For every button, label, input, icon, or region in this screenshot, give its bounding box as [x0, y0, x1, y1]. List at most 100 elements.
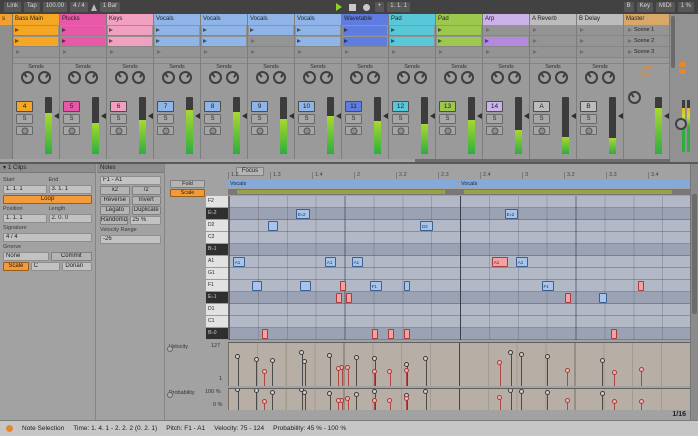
velocity-marker[interactable]	[330, 355, 331, 386]
track-number-button[interactable]: 7	[157, 101, 174, 112]
send-b-knob[interactable]	[414, 71, 427, 84]
play-button[interactable]	[336, 3, 342, 11]
preview-volume-knob[interactable]	[675, 118, 687, 130]
midi-note[interactable]: A1	[325, 257, 336, 267]
clip-slot[interactable]	[530, 25, 576, 36]
volume-fader-handle[interactable]	[242, 113, 247, 119]
probability-marker[interactable]	[338, 400, 339, 411]
track-header[interactable]: Vocals	[248, 14, 294, 25]
fold-button[interactable]: Fold	[170, 180, 205, 188]
track-number-button[interactable]: B	[580, 101, 597, 112]
clip-slot[interactable]	[60, 47, 106, 58]
probability-marker[interactable]	[238, 389, 239, 410]
solo-button[interactable]: S	[345, 114, 362, 124]
velocity-marker[interactable]	[547, 356, 548, 386]
velocity-marker[interactable]	[264, 371, 265, 386]
clip-slot[interactable]	[201, 36, 247, 47]
clip[interactable]	[108, 26, 152, 35]
clip-slot[interactable]	[295, 25, 341, 36]
note-grid[interactable]: E♭2E♭2D2A1A1A1A1A1F1F1	[228, 196, 690, 340]
velocity-marker[interactable]	[238, 356, 239, 386]
loop-region-2[interactable]	[464, 190, 672, 194]
clip[interactable]	[202, 37, 246, 46]
clip-slot[interactable]	[389, 25, 435, 36]
clip-slot[interactable]	[13, 25, 59, 36]
arrangement-position-field[interactable]: 1. 1. 1	[387, 2, 410, 12]
clip[interactable]	[249, 26, 293, 35]
clip-slot[interactable]	[483, 25, 529, 36]
send-b-knob[interactable]	[226, 71, 239, 84]
tap-tempo-button[interactable]: Tap	[24, 2, 40, 12]
send-a-knob[interactable]	[538, 71, 551, 84]
volume-fader-handle[interactable]	[148, 113, 153, 119]
clip[interactable]	[61, 37, 105, 46]
send-b-knob[interactable]	[320, 71, 333, 84]
velocity-marker[interactable]	[305, 361, 306, 386]
pitch-range-field[interactable]: F1 - A1	[100, 176, 161, 185]
clip-slot[interactable]	[342, 25, 388, 36]
probability-marker[interactable]	[521, 391, 522, 410]
clip-panel-collapse-icon[interactable]: ▾	[3, 164, 6, 172]
track-header[interactable]: Arp	[483, 14, 529, 25]
volume-fader-handle[interactable]	[383, 113, 388, 119]
midi-note[interactable]: A1	[492, 257, 509, 267]
probability-marker[interactable]	[511, 390, 512, 410]
clip[interactable]	[202, 26, 246, 35]
track-number-button[interactable]: 10	[298, 101, 315, 112]
probability-marker[interactable]	[256, 390, 257, 410]
velocity-marker[interactable]	[641, 369, 642, 386]
midi-note[interactable]	[599, 293, 607, 303]
volume-fader-handle[interactable]	[571, 113, 576, 119]
solo-button[interactable]: S	[439, 114, 456, 124]
send-a-knob[interactable]	[209, 71, 222, 84]
velocity-marker[interactable]	[521, 354, 522, 386]
volume-fader-handle[interactable]	[54, 113, 59, 119]
solo-button[interactable]: S	[298, 114, 315, 124]
link-button[interactable]: Link	[4, 2, 21, 12]
clip-slot[interactable]	[436, 47, 482, 58]
scene-slot[interactable]: Scene 2	[624, 36, 669, 47]
velocity-marker[interactable]	[342, 367, 343, 386]
clip-slot[interactable]	[154, 36, 200, 47]
track-header[interactable]: Keys	[107, 14, 153, 25]
midi-note[interactable]	[252, 281, 262, 291]
probability-marker[interactable]	[348, 398, 349, 410]
clip-slot[interactable]	[248, 47, 294, 58]
velocity-marker[interactable]	[390, 371, 391, 386]
clip[interactable]	[14, 26, 58, 35]
half-time-button[interactable]: /2	[132, 186, 162, 195]
midi-note[interactable]: E♭2	[296, 209, 310, 219]
send-b-knob[interactable]	[555, 71, 568, 84]
clip-slot[interactable]	[530, 47, 576, 58]
midi-note[interactable]	[388, 329, 394, 339]
loop-region-1[interactable]	[237, 190, 445, 194]
velocity-marker[interactable]	[302, 352, 303, 386]
clip[interactable]	[155, 26, 199, 35]
volume-fader-handle[interactable]	[101, 113, 106, 119]
probability-marker[interactable]	[641, 401, 642, 410]
scale-toggle[interactable]: Scale	[3, 262, 29, 271]
velocity-marker[interactable]	[602, 360, 603, 386]
clip[interactable]	[155, 37, 199, 46]
clip[interactable]	[296, 26, 340, 35]
velocity-marker[interactable]	[500, 362, 501, 386]
send-a-post-toggle[interactable]: Post	[624, 65, 669, 72]
groove-selector[interactable]: None	[3, 252, 49, 261]
grid-value-chooser[interactable]: 1/16	[672, 411, 686, 418]
clip-start-field[interactable]: 1. 1. 1	[3, 185, 47, 194]
time-signature-field[interactable]: 4 / 4	[70, 2, 88, 12]
send-b-post-toggle[interactable]: Post	[624, 72, 669, 79]
master-track-header[interactable]: Master	[624, 14, 669, 25]
send-a-knob[interactable]	[350, 71, 363, 84]
clip-slot[interactable]	[107, 25, 153, 36]
clip-slot[interactable]	[154, 47, 200, 58]
track-number-button[interactable]: 12	[392, 101, 409, 112]
clip-slot[interactable]	[436, 36, 482, 47]
velocity-marker[interactable]	[567, 370, 568, 386]
solo-button[interactable]: S	[157, 114, 174, 124]
volume-fader-handle[interactable]	[430, 113, 435, 119]
velocity-lane-handle[interactable]	[167, 346, 173, 352]
midi-note[interactable]	[268, 221, 278, 231]
quantize-menu[interactable]: 1 Bar	[100, 2, 120, 12]
track-number-button[interactable]: 11	[345, 101, 362, 112]
